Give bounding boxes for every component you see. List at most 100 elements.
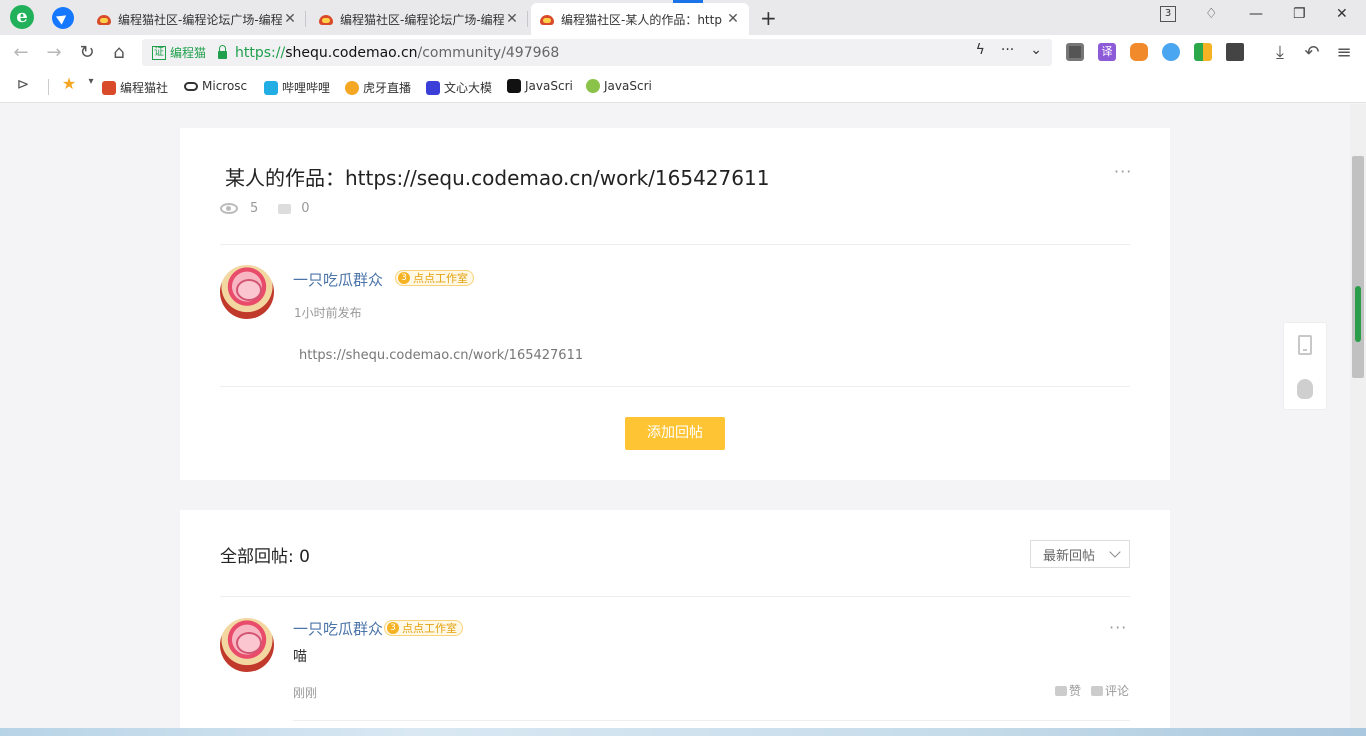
- skin-icon[interactable]: ♢: [1205, 6, 1218, 22]
- more-options-icon[interactable]: ···: [1001, 42, 1014, 58]
- bookmark-label: Microsc: [202, 79, 248, 93]
- divider: [220, 596, 1130, 597]
- codemao-bookmark-icon: [102, 80, 116, 95]
- bookmark-label: JavaScri: [525, 79, 573, 93]
- certificate-badge[interactable]: 证 编程猫: [152, 44, 206, 61]
- home-icon[interactable]: ⌂: [108, 42, 130, 63]
- studio-badge[interactable]: 3 点点工作室: [395, 270, 474, 286]
- reply-studio-badge[interactable]: 3 点点工作室: [384, 620, 463, 636]
- bookmark-label: 哔哩哔哩: [282, 81, 331, 95]
- new-tab-icon[interactable]: +: [760, 6, 777, 30]
- javascript-bookmark-icon: [507, 79, 521, 93]
- forward-arrow-icon[interactable]: →: [43, 42, 65, 63]
- reply-avatar[interactable]: [220, 618, 274, 672]
- scrollbar-grip[interactable]: [1355, 286, 1361, 342]
- url-text[interactable]: https://shequ.codemao.cn/community/49796…: [235, 45, 559, 61]
- lightning-icon[interactable]: ϟ: [976, 42, 985, 58]
- like-button[interactable]: 赞: [1055, 682, 1081, 699]
- tab-title: 编程猫社区-编程论坛广场-编程: [340, 12, 504, 27]
- badge-label: 点点工作室: [413, 272, 468, 285]
- reader-extension-icon[interactable]: [1066, 43, 1084, 61]
- bookmark-bilibili[interactable]: 哔哩哔哩: [264, 79, 332, 96]
- lock-icon: [218, 44, 228, 59]
- bookmark-label: JavaScri: [604, 79, 652, 93]
- address-bar[interactable]: 证 编程猫 https://shequ.codemao.cn/community…: [142, 39, 1052, 66]
- browser-logo-icon[interactable]: e: [10, 5, 34, 29]
- minimize-icon[interactable]: —: [1249, 6, 1263, 22]
- game-extension-icon[interactable]: [1130, 43, 1148, 61]
- reply-author-name[interactable]: 一只吃瓜群众: [293, 618, 383, 639]
- certificate-icon: 证: [152, 45, 166, 60]
- favorites-dropdown-icon[interactable]: ▾: [80, 76, 102, 87]
- microsoft-bookmark-icon: [184, 81, 198, 91]
- comment-icon: [1091, 685, 1103, 696]
- post-title: 某人的作品：https://sequ.codemao.cn/work/16542…: [225, 166, 770, 190]
- translate-extension-icon[interactable]: 译: [1098, 43, 1116, 61]
- grid-extension-icon[interactable]: [1194, 43, 1212, 61]
- tab-2[interactable]: 编程猫社区-编程论坛广场-编程 ✕: [310, 3, 528, 35]
- apps-icon[interactable]: [1226, 43, 1244, 61]
- pinned-tab-icon[interactable]: [52, 7, 74, 29]
- close-window-icon[interactable]: ✕: [1336, 6, 1348, 22]
- comments-icon: [278, 203, 292, 214]
- publish-time: 1小时前发布: [294, 306, 362, 320]
- certificate-name: 编程猫: [170, 46, 207, 60]
- views-eye-icon: [220, 203, 238, 214]
- post-card: 某人的作品：https://sequ.codemao.cn/work/16542…: [180, 128, 1170, 480]
- bookmark-label: 虎牙直播: [363, 81, 412, 95]
- tab-1[interactable]: 编程猫社区-编程论坛广场-编程 ✕: [88, 3, 306, 35]
- download-icon[interactable]: ⤓: [1269, 42, 1291, 63]
- add-reply-button[interactable]: 添加回帖: [625, 417, 725, 450]
- tab-title: 编程猫社区-编程论坛广场-编程: [118, 12, 282, 27]
- bookmark-microsoft[interactable]: Microsc: [184, 79, 252, 93]
- tab-counter-icon[interactable]: 3: [1160, 6, 1176, 22]
- bookmarks-bar: ⊳ ★ ▾ 编程猫社 Microsc 哔哩哔哩 虎牙直播 文心大模 JavaSc…: [0, 70, 1366, 103]
- bookmark-codemao[interactable]: 编程猫社: [102, 79, 172, 96]
- restore-icon[interactable]: ❐: [1293, 6, 1306, 22]
- codemao-favicon-icon: [318, 12, 334, 26]
- reply-more-icon[interactable]: ···: [1109, 618, 1127, 637]
- back-arrow-icon[interactable]: ←: [10, 42, 32, 63]
- scrollbar-thumb[interactable]: [1352, 156, 1364, 378]
- author-name[interactable]: 一只吃瓜群众: [293, 269, 383, 290]
- divider: [220, 386, 1130, 387]
- comment-label: 评论: [1105, 684, 1130, 698]
- taskbar-edge: [0, 728, 1366, 736]
- sort-dropdown[interactable]: 最新回帖: [1030, 540, 1130, 568]
- page-scrollbar[interactable]: [1350, 104, 1366, 736]
- comment-button[interactable]: 评论: [1091, 682, 1129, 699]
- page-viewport: 某人的作品：https://sequ.codemao.cn/work/16542…: [0, 104, 1350, 736]
- tab-close-icon[interactable]: ✕: [725, 11, 741, 27]
- badge-level: 3: [387, 622, 399, 634]
- dropdown-chevron-icon[interactable]: ⌄: [1030, 42, 1042, 58]
- tab-3-active[interactable]: 编程猫社区-某人的作品：http ✕: [531, 3, 749, 35]
- post-more-icon[interactable]: ···: [1114, 162, 1132, 181]
- bookmark-label: 文心大模: [444, 81, 493, 95]
- views-count: 5: [250, 201, 259, 216]
- comments-count: 0: [301, 201, 310, 216]
- tab-close-icon[interactable]: ✕: [282, 11, 298, 27]
- bookmark-wenxin[interactable]: 文心大模: [426, 79, 494, 96]
- mobile-phone-icon[interactable]: [1298, 335, 1312, 355]
- huya-bookmark-icon: [345, 80, 359, 95]
- favorites-star-icon[interactable]: ★: [58, 74, 80, 93]
- post-body-link[interactable]: https://shequ.codemao.cn/work/165427611: [299, 348, 583, 363]
- reply-time: 刚刚: [293, 686, 318, 700]
- undo-icon[interactable]: ↶: [1301, 42, 1323, 63]
- replies-card: 全部回帖: 0 最新回帖 一只吃瓜群众 3 点点工作室 ··· 喵 刚刚 赞 评…: [180, 510, 1170, 736]
- author-avatar[interactable]: [220, 265, 274, 319]
- reload-icon[interactable]: ↻: [76, 42, 98, 63]
- tab-close-icon[interactable]: ✕: [504, 11, 520, 27]
- navigation-toolbar: ← → ↻ ⌂ 证 编程猫 https://shequ.codemao.cn/c…: [0, 35, 1366, 70]
- badge-level: 3: [398, 272, 410, 284]
- bookmarks-separator: [48, 79, 49, 95]
- menu-icon[interactable]: ≡: [1333, 42, 1355, 63]
- bookmark-javascript-2[interactable]: JavaScri: [586, 79, 652, 93]
- bookmark-label: 编程猫社: [120, 81, 169, 95]
- bookmark-javascript-1[interactable]: JavaScri: [507, 79, 573, 93]
- sidebar-toggle-icon[interactable]: ⊳: [12, 75, 34, 93]
- qq-icon[interactable]: [1297, 379, 1313, 399]
- bilibili-bookmark-icon: [264, 80, 278, 95]
- minus-extension-icon[interactable]: [1162, 43, 1180, 61]
- bookmark-huya[interactable]: 虎牙直播: [345, 79, 413, 96]
